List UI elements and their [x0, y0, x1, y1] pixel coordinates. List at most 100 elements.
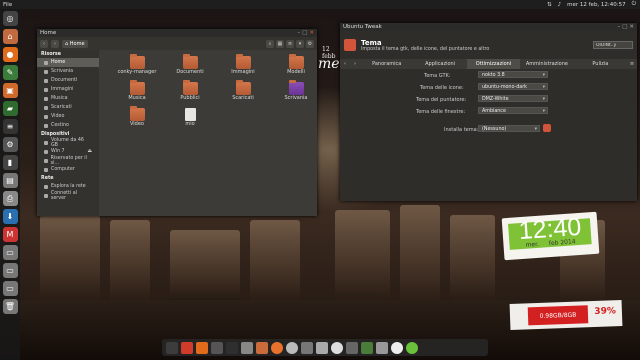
- wallpaper-stone: [250, 220, 300, 310]
- sidebar-item-video[interactable]: Video: [37, 112, 99, 121]
- firefox-icon[interactable]: ●: [2, 47, 18, 62]
- row-label-icons: Tema delle icone:: [420, 85, 464, 91]
- home-folder-icon[interactable]: ⌂: [2, 29, 18, 44]
- sidebar-item-documenti[interactable]: Documenti: [37, 76, 99, 85]
- gtk-theme-select[interactable]: nokto 3.8: [478, 71, 548, 79]
- sidebar-item-connect-server[interactable]: Connetti al server: [37, 191, 99, 201]
- file-item[interactable]: Video: [111, 106, 163, 127]
- file-item[interactable]: Scaricati: [217, 80, 269, 101]
- install-theme-select[interactable]: (Nessuno): [478, 125, 540, 133]
- text-editor-icon[interactable]: ✎: [2, 65, 18, 80]
- download-icon[interactable]: ⬇: [2, 209, 18, 224]
- open-folder-icon[interactable]: [543, 124, 551, 132]
- system-monitor-icon[interactable]: [211, 341, 223, 354]
- wallpaper-stone: [40, 215, 100, 310]
- sidebar-item-volume[interactable]: Volume da 46 GB: [37, 138, 99, 148]
- page-subtitle: Imposta il tema gtk, delle icone, del pu…: [361, 46, 490, 52]
- breadcrumb-home[interactable]: ⌂ Home: [62, 39, 88, 48]
- forward-button[interactable]: ›: [51, 39, 59, 48]
- search-input[interactable]: [593, 41, 633, 49]
- disc-icon[interactable]: [286, 341, 298, 354]
- files-icon[interactable]: ▤: [2, 173, 18, 188]
- maximize-icon[interactable]: □: [302, 30, 307, 36]
- back-button[interactable]: ‹: [40, 39, 48, 48]
- view-menu-icon[interactable]: ▾: [296, 39, 304, 48]
- file-item[interactable]: Modelli: [270, 54, 322, 75]
- row-label-install: Installa tema:: [444, 127, 479, 133]
- volume-icon[interactable]: ♪: [558, 2, 562, 8]
- android-icon[interactable]: [361, 341, 373, 354]
- firefox-icon[interactable]: [196, 341, 208, 354]
- panel-clock[interactable]: mer 12 feb, 12:40:57: [567, 2, 626, 8]
- power-icon[interactable]: ⏻: [632, 1, 636, 8]
- search-icon[interactable]: ⌕: [266, 39, 274, 48]
- trash-icon: [44, 123, 48, 128]
- sidebar-item-computer[interactable]: Computer: [37, 165, 99, 174]
- status-icon[interactable]: [406, 341, 418, 354]
- image-viewer-icon[interactable]: [316, 341, 328, 354]
- app-menu[interactable]: File: [3, 2, 12, 8]
- sidebar-item-immagini[interactable]: Immagini: [37, 85, 99, 94]
- sidebar-item-home[interactable]: Home: [37, 58, 99, 67]
- back-arrow-icon[interactable]: ‹: [340, 61, 350, 67]
- file-item[interactable]: Immagini: [217, 54, 269, 75]
- file-manager-titlebar[interactable]: Home – □ ✕: [37, 29, 317, 37]
- printer-icon[interactable]: ⎙: [2, 191, 18, 206]
- grid-view-icon[interactable]: ▦: [276, 39, 284, 48]
- file-item[interactable]: Pubblici: [164, 80, 216, 101]
- maximize-icon[interactable]: □: [622, 24, 627, 30]
- file-item[interactable]: mio: [164, 108, 216, 127]
- vlc-icon[interactable]: [271, 341, 283, 354]
- app-icon[interactable]: [181, 341, 193, 354]
- files-icon[interactable]: [166, 341, 178, 354]
- minimize-icon[interactable]: –: [617, 24, 620, 30]
- sidebar-item-musica[interactable]: Musica: [37, 94, 99, 103]
- sidebar-item-scaricati[interactable]: Scaricati: [37, 103, 99, 112]
- software-center-icon[interactable]: ▣: [2, 83, 18, 98]
- file-item[interactable]: Scrivania: [270, 80, 322, 101]
- text-editor-icon[interactable]: [241, 341, 253, 354]
- drive-icon[interactable]: ▭: [2, 281, 18, 296]
- minimize-icon[interactable]: –: [297, 30, 300, 36]
- dash-icon[interactable]: ◎: [2, 11, 18, 26]
- tab-amministrazione[interactable]: Amministrazione: [520, 59, 573, 69]
- drive-icon[interactable]: ▭: [2, 245, 18, 260]
- tab-ottimizzazioni[interactable]: Ottimizzazioni: [466, 59, 521, 69]
- close-icon[interactable]: ✕: [309, 30, 314, 36]
- folder-icon[interactable]: [256, 341, 268, 354]
- eject-icon[interactable]: ⏏: [87, 149, 92, 154]
- drive-icon[interactable]: [376, 341, 388, 354]
- terminal-icon[interactable]: [226, 341, 238, 354]
- gear-icon[interactable]: ⚙: [306, 39, 314, 48]
- terminal-icon[interactable]: ▮: [2, 155, 18, 170]
- tab-applicazioni[interactable]: Applicazioni: [413, 59, 466, 69]
- list-view-icon[interactable]: ≡: [286, 39, 294, 48]
- gmail-icon[interactable]: M: [2, 227, 18, 242]
- close-icon[interactable]: ✕: [629, 24, 634, 30]
- terminal-icon[interactable]: ▰: [2, 101, 18, 116]
- menu-icon[interactable]: ≡: [627, 61, 637, 67]
- tweak-window: Ubuntu Tweak – □ ✕ Tema Imposta il tema …: [340, 23, 637, 201]
- window-theme-select[interactable]: Ambiance: [478, 107, 548, 115]
- mail-icon[interactable]: [346, 341, 358, 354]
- chrome-icon[interactable]: [391, 341, 403, 354]
- sidebar-item-scrivania[interactable]: Scrivania: [37, 67, 99, 76]
- tab-panoramica[interactable]: Panoramica: [360, 59, 413, 69]
- file-item[interactable]: Documenti: [164, 54, 216, 75]
- screenshot-icon[interactable]: [301, 341, 313, 354]
- cursor-theme-select[interactable]: DMZ-White: [478, 95, 548, 103]
- drive-icon[interactable]: ▭: [2, 263, 18, 278]
- sidebar-item-cestino[interactable]: Cestino: [37, 121, 99, 130]
- system-monitor-icon[interactable]: ≡: [2, 119, 18, 134]
- sidebar-item-reserved[interactable]: Riservato per il si...: [37, 156, 99, 166]
- file-item[interactable]: Musica: [111, 80, 163, 101]
- trash-icon[interactable]: 🗑: [2, 299, 18, 314]
- clock-icon[interactable]: [331, 341, 343, 354]
- tab-pulizia[interactable]: Pulizia: [574, 59, 627, 69]
- settings-icon[interactable]: ⚙: [2, 137, 18, 152]
- forward-arrow-icon[interactable]: ›: [350, 61, 360, 67]
- tweak-titlebar[interactable]: Ubuntu Tweak – □ ✕: [340, 23, 637, 31]
- file-item[interactable]: conky-manager: [111, 54, 163, 75]
- network-icon[interactable]: ⇅: [547, 2, 552, 8]
- icon-theme-select[interactable]: ubuntu-mono-dark: [478, 83, 548, 91]
